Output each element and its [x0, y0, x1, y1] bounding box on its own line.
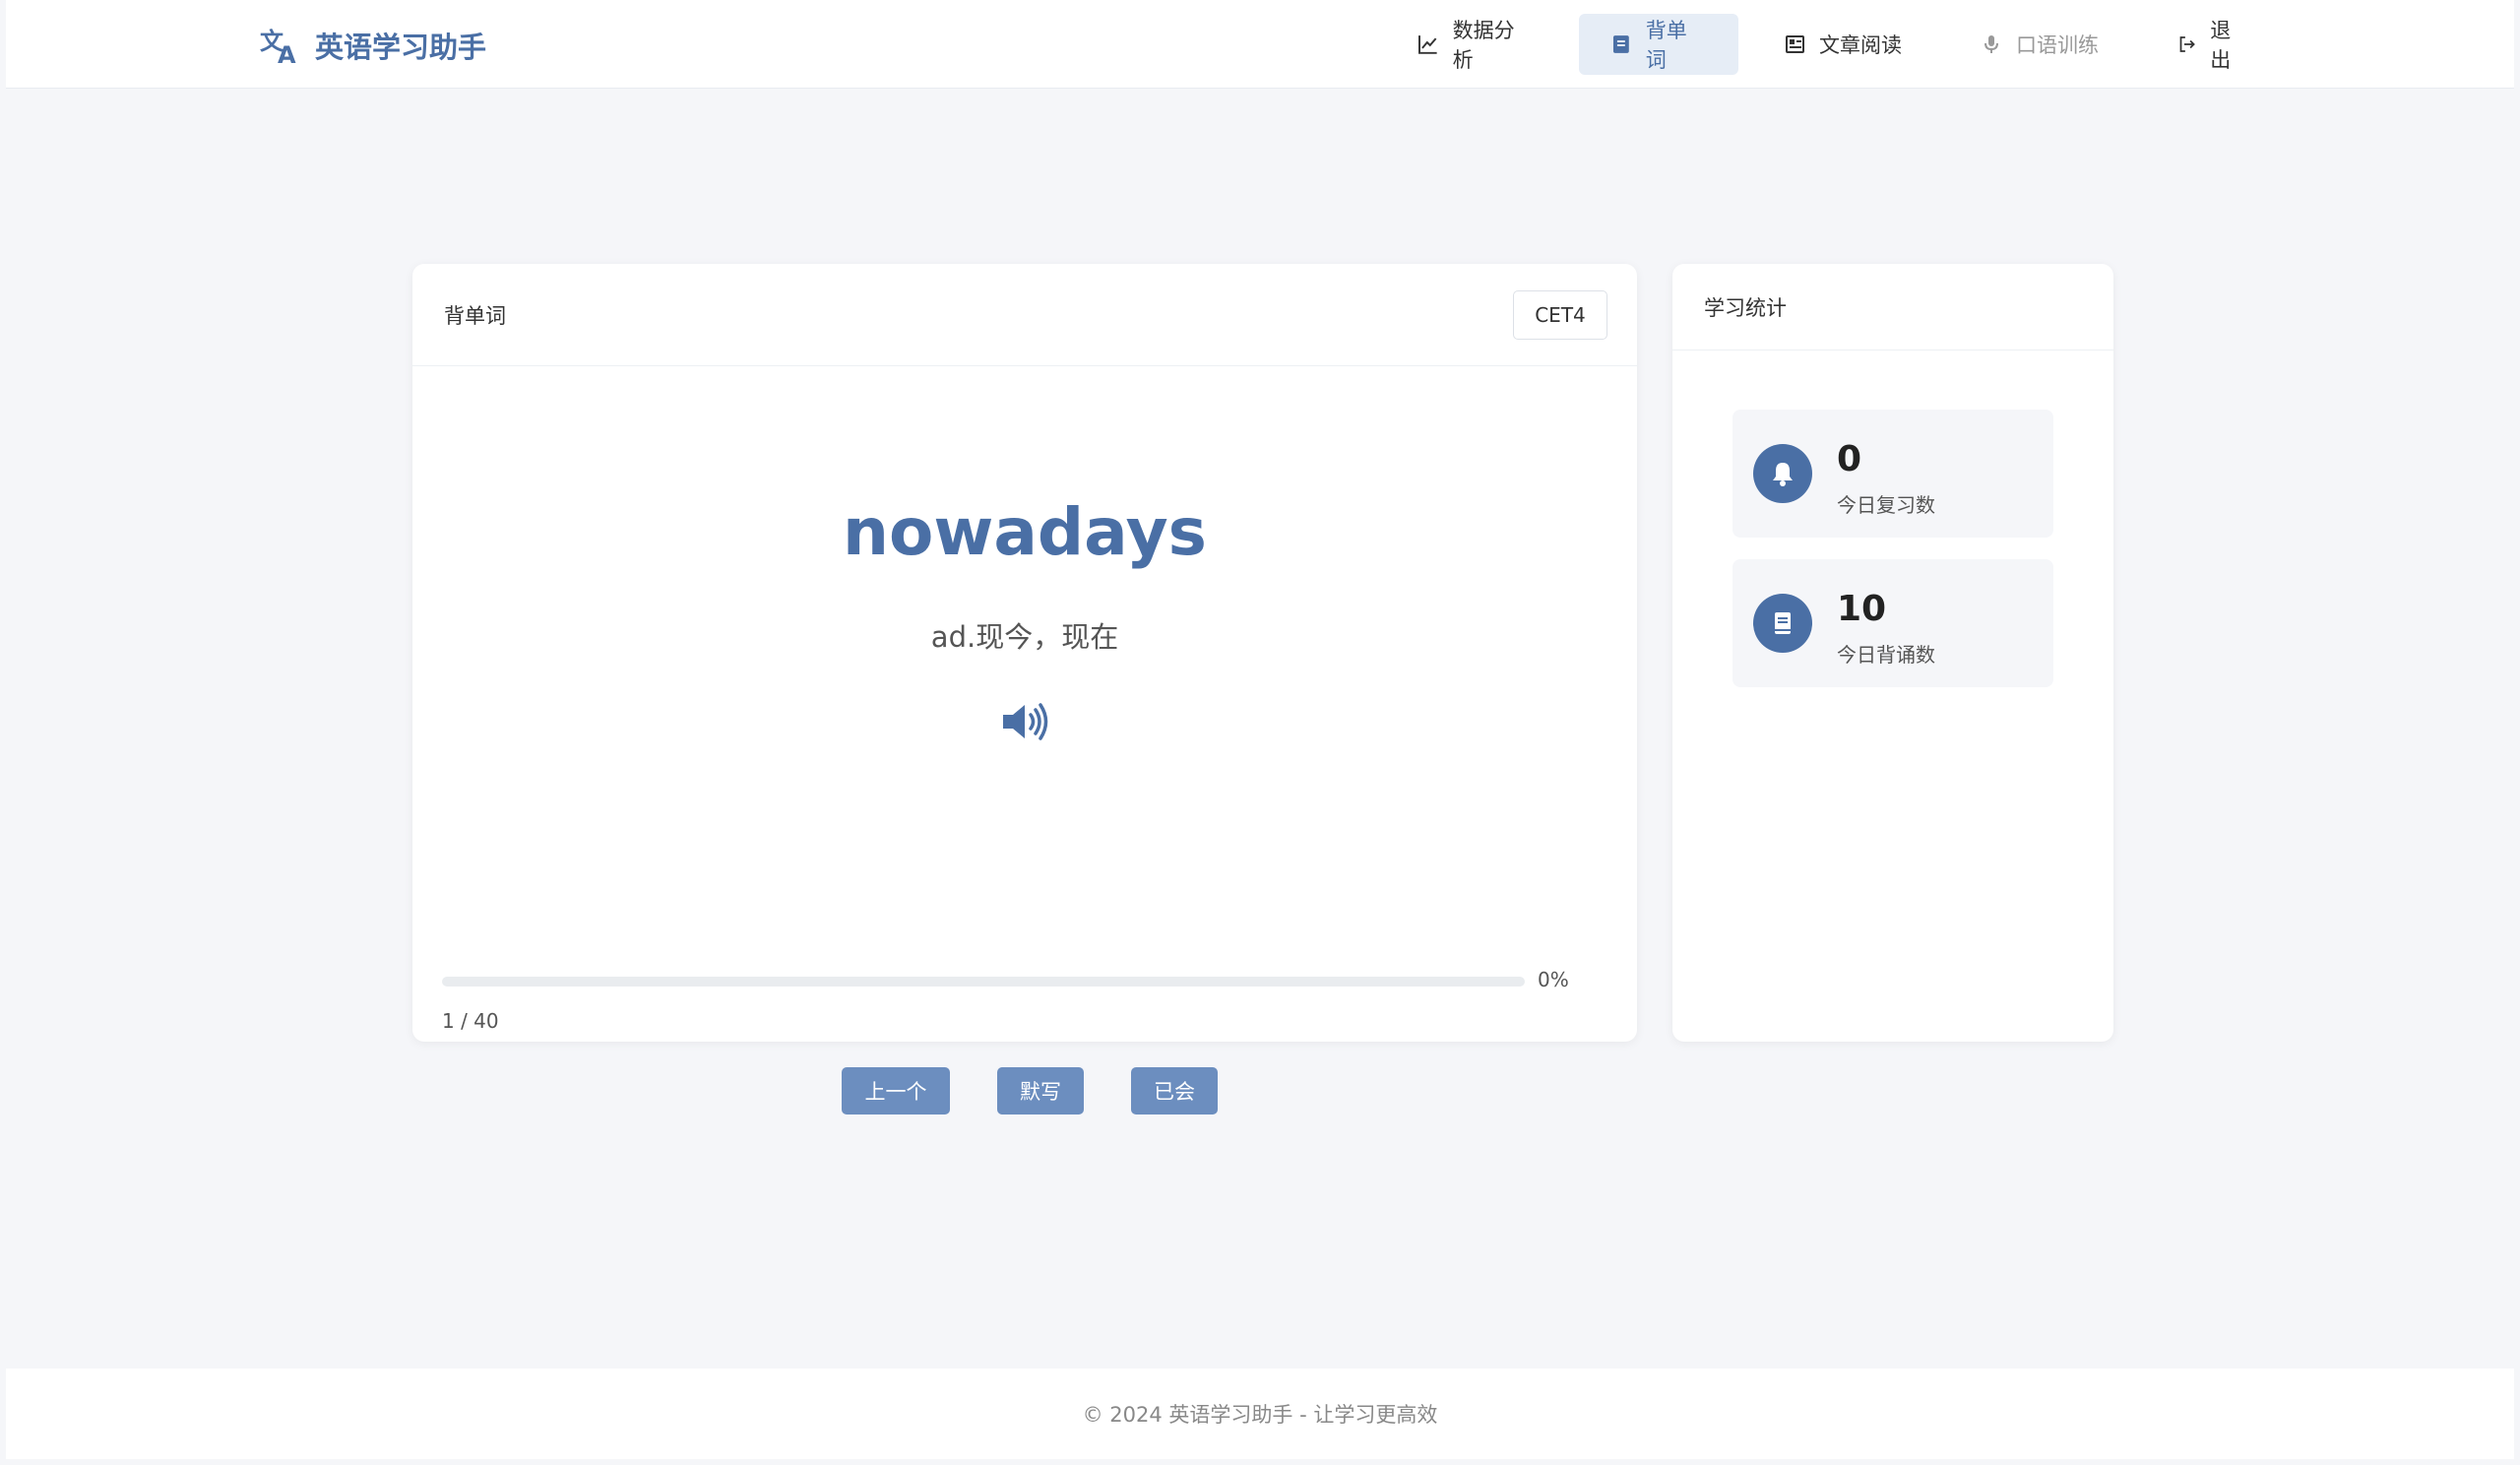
- microphone-icon: [1984, 35, 1998, 53]
- action-buttons: 上一个 默写 已会: [412, 1067, 1637, 1115]
- nav-item-logout[interactable]: 退出: [2146, 14, 2278, 75]
- svg-text:A: A: [278, 41, 296, 67]
- footer: © 2024 英语学习助手 - 让学习更高效: [6, 1369, 2514, 1459]
- dictation-button[interactable]: 默写: [997, 1067, 1084, 1115]
- stat-icon-wrap: [1753, 594, 1812, 653]
- nav-item-speaking[interactable]: 口语训练: [1949, 14, 2132, 75]
- sign-out-icon: [2179, 36, 2195, 52]
- word-area: nowadays ad.现今，现在 0% 1 / 40 上一个 默写 已会: [412, 366, 1637, 1115]
- nav-label: 退出: [2210, 19, 2232, 72]
- nav-label: 数据分析: [1452, 19, 1515, 72]
- stat-label: 今日背诵数: [1837, 643, 1935, 667]
- book-icon: [1775, 612, 1791, 634]
- card-title: 背单词: [444, 303, 506, 328]
- chart-line-icon: [1418, 35, 1437, 54]
- nav-item-reading[interactable]: 文章阅读: [1752, 14, 1935, 75]
- vocabulary-card: 背单词 CET4 nowadays ad.现今，现在 0% 1 / 40 上一个…: [412, 264, 1637, 1115]
- nav-item-analytics[interactable]: 数据分析: [1386, 14, 1565, 75]
- bell-icon: [1773, 463, 1793, 486]
- word-meaning: ad.现今，现在: [930, 620, 1119, 654]
- stat-value: 0: [1837, 439, 1862, 479]
- known-button[interactable]: 已会: [1131, 1067, 1218, 1115]
- stats-title: 学习统计: [1672, 264, 2113, 350]
- nav-label: 背单词: [1645, 19, 1687, 72]
- stat-review-count: 0 今日复习数: [1732, 410, 2053, 538]
- nav-item-vocabulary[interactable]: 背单词: [1579, 14, 1738, 75]
- app-window: 文 A 英语学习助手 数据分析 背单词 文章阅读 口语训练 退出 背单词 CET…: [6, 0, 2514, 1459]
- word-counter: 1 / 40: [442, 1009, 499, 1033]
- level-selector[interactable]: CET4: [1513, 289, 1607, 340]
- stat-label: 今日复习数: [1837, 493, 1935, 517]
- progress-percent: 0%: [1538, 968, 1569, 991]
- top-navbar: 文 A 英语学习助手 数据分析 背单词 文章阅读 口语训练 退出: [6, 0, 2514, 89]
- book-icon: [1612, 35, 1629, 53]
- volume-icon[interactable]: [1001, 701, 1048, 742]
- footer-text: © 2024 英语学习助手 - 让学习更高效: [1082, 1403, 1438, 1427]
- translate-icon: 文 A: [260, 28, 296, 67]
- app-title: 英语学习助手: [315, 31, 487, 64]
- current-word: nowadays: [843, 494, 1207, 570]
- nav-label: 口语训练: [2016, 33, 2099, 57]
- card-header: 背单词 CET4: [412, 264, 1637, 366]
- stats-card: 学习统计 0 今日复习数 10 今日背诵数: [1672, 264, 2113, 1042]
- progress-bar: [442, 977, 1525, 987]
- stat-recite-count: 10 今日背诵数: [1732, 559, 2053, 687]
- stat-value: 10: [1837, 589, 1887, 629]
- stat-icon-wrap: [1753, 444, 1812, 503]
- nav-label: 文章阅读: [1819, 33, 1902, 57]
- prev-button[interactable]: 上一个: [842, 1067, 950, 1115]
- brand[interactable]: 文 A 英语学习助手: [258, 24, 486, 67]
- newspaper-icon: [1786, 35, 1804, 53]
- main-nav: 数据分析 背单词 文章阅读 口语训练 退出: [1386, 14, 2278, 75]
